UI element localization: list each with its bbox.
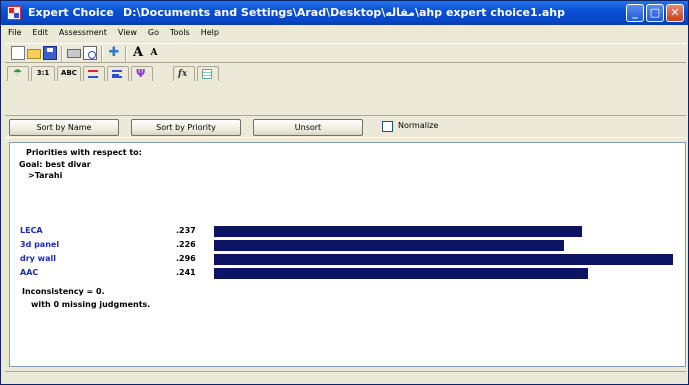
priority-value: .237 [176, 226, 196, 235]
font-larger-icon[interactable]: A [131, 46, 145, 60]
inconsistency-text: Inconsistency = 0. [22, 287, 105, 296]
save-icon[interactable] [43, 46, 57, 60]
cross-icon[interactable]: ✚ [107, 46, 121, 60]
normalize-label: Normalize [398, 121, 439, 130]
title-bar[interactable]: Expert Choice D:\Documents and Settings\… [1, 1, 688, 25]
toolbar-separator [101, 46, 103, 62]
goal-label: Goal: best divar [19, 160, 91, 169]
tab-lines[interactable] [107, 66, 129, 81]
status-bar [5, 371, 686, 384]
tab-tree[interactable]: ☂ [7, 66, 29, 81]
alternative-label: dry wall [20, 254, 56, 263]
node-path: >Tarahi [28, 171, 63, 180]
new-icon[interactable] [11, 46, 25, 60]
priority-bar [214, 226, 582, 237]
maximize-button[interactable]: □ [646, 4, 664, 22]
alternative-label: 3d panel [20, 240, 60, 249]
tab-fork[interactable]: Ψ [131, 66, 153, 81]
file-path-title: D:\Documents and Settings\Arad\Desktop\م… [123, 6, 565, 19]
menu-edit[interactable]: Edit [31, 28, 49, 42]
tree-icon: ☂ [13, 68, 22, 79]
priority-value: .226 [176, 240, 196, 249]
menu-help[interactable]: Help [200, 28, 220, 42]
app-window: Expert Choice D:\Documents and Settings\… [0, 0, 689, 385]
menu-assessment[interactable]: Assessment [58, 28, 108, 42]
tab-pairwise-verbal[interactable]: ABC [57, 66, 81, 81]
sort-by-priority-button[interactable]: Sort by Priority [131, 119, 241, 136]
tab-formula[interactable]: fx [173, 66, 195, 81]
normalize-checkbox[interactable] [382, 121, 393, 132]
priority-value: .296 [176, 254, 196, 263]
priorities-panel: Priorities with respect to: Goal: best d… [9, 142, 686, 367]
grid-icon [202, 69, 212, 79]
sort-toolbar: Sort by Name Sort by Priority Unsort Nor… [5, 115, 686, 138]
standard-toolbar: ✚ A A [5, 43, 686, 63]
menu-go[interactable]: Go [147, 28, 160, 42]
tab-grid[interactable] [197, 66, 219, 81]
priorities-heading: Priorities with respect to: [26, 148, 142, 157]
app-logo-icon[interactable] [7, 6, 21, 20]
lines-icon [112, 70, 122, 78]
sort-by-name-button[interactable]: Sort by Name [9, 119, 119, 136]
fork-icon: Ψ [136, 67, 146, 80]
close-button[interactable]: ✕ [666, 4, 684, 22]
alternative-label: AAC [20, 268, 39, 277]
print-preview-icon[interactable] [83, 46, 97, 60]
priority-bar [214, 268, 588, 279]
tab-pairwise-numerical[interactable]: 3:1 [31, 66, 55, 81]
print-icon[interactable] [67, 49, 81, 58]
menu-tools[interactable]: Tools [169, 28, 191, 42]
font-smaller-icon[interactable]: A [147, 46, 161, 60]
menu-file[interactable]: File [7, 28, 22, 42]
minimize-button[interactable]: _ [626, 4, 644, 22]
priority-bar [214, 254, 673, 265]
unsort-button[interactable]: Unsort [253, 119, 363, 136]
priority-bar [214, 240, 564, 251]
missing-judgments-text: with 0 missing judgments. [31, 300, 151, 309]
app-title: Expert Choice [28, 6, 114, 19]
view-tabs: ☂ 3:1 ABC Ψ fx [5, 65, 686, 82]
toolbar-separator [61, 46, 63, 62]
open-icon[interactable] [27, 49, 41, 59]
menu-view[interactable]: View [117, 28, 138, 42]
alternative-label: LECA [20, 226, 43, 235]
fx-icon: fx [178, 69, 188, 79]
tab-bars[interactable] [83, 66, 105, 81]
menu-bar: File Edit Assessment View Go Tools Help [7, 28, 220, 42]
priority-value: .241 [176, 268, 196, 277]
bars-icon [88, 70, 98, 78]
toolbar-separator [125, 46, 127, 62]
